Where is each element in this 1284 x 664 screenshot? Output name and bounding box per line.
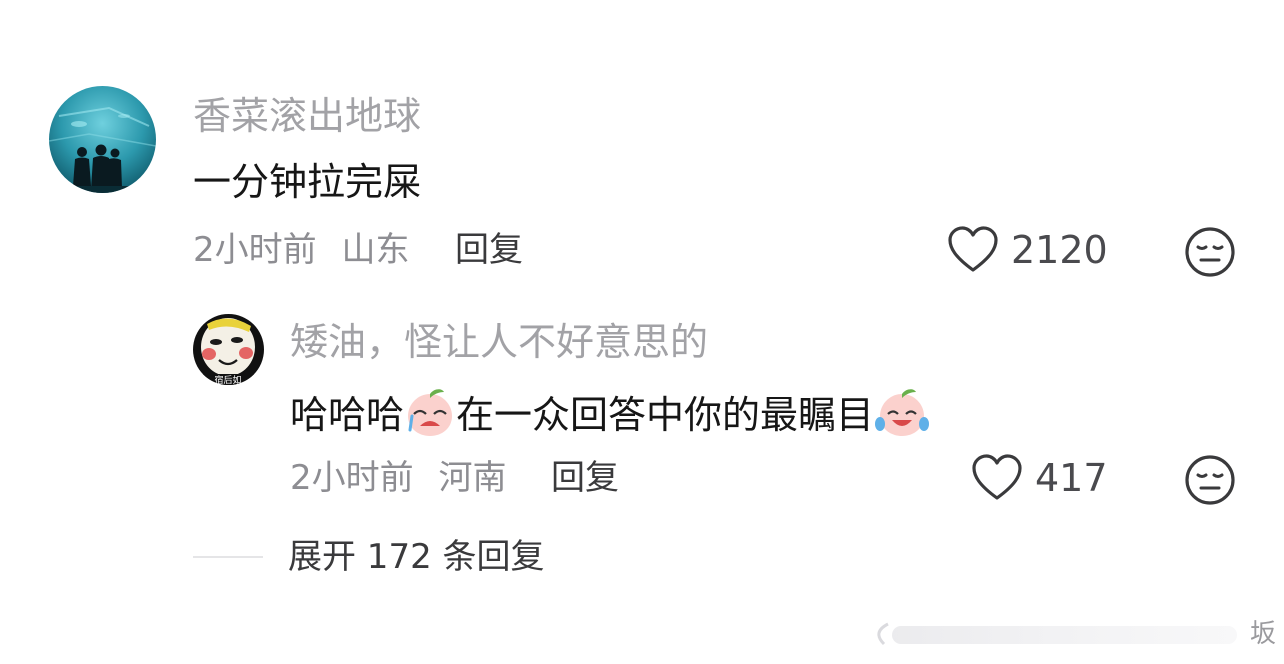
watermark-text: 坂 (1249, 619, 1276, 649)
user-avatar[interactable] (49, 86, 156, 193)
heart-outline-icon (972, 454, 1022, 500)
reply-reply-button[interactable]: 回复 (551, 456, 619, 500)
expand-replies-button[interactable]: 展开 172 条回复 (288, 535, 545, 579)
comment-meta: 2小时前 山东 (193, 228, 409, 272)
reply-meta: 2小时前 河南 (290, 456, 506, 500)
like-count: 2120 (1011, 228, 1108, 272)
expand-divider (193, 556, 263, 558)
reply-dislike-button[interactable] (1184, 454, 1236, 510)
reply-like-button[interactable]: 417 (971, 454, 1108, 502)
reply-user-avatar[interactable]: 宿后如 (193, 314, 264, 385)
comment-thread: 香菜滚出地球 一分钟拉完屎 2小时前 山东 回复 2120 宿后如 矮油，怪让人… (0, 0, 1284, 664)
comment-time: 2小时前 (193, 230, 317, 270)
meme-face-avatar-image: 宿后如 (193, 314, 264, 385)
reply-time: 2小时前 (290, 458, 414, 498)
reply-button[interactable]: 回复 (455, 228, 523, 272)
reply-text: 哈哈哈 在一众回答中你的最瞩目 (290, 386, 930, 449)
reply-like-count: 417 (1035, 456, 1108, 500)
watermark: 坂 (864, 614, 1276, 654)
heart-outline-icon (948, 226, 998, 272)
comment-username[interactable]: 香菜滚出地球 (193, 92, 421, 140)
meh-face-icon (1185, 455, 1235, 505)
reply-location: 河南 (438, 458, 507, 498)
reply-text-part1: 哈哈哈 (290, 393, 405, 437)
avatar-caption: 宿后如 (214, 374, 241, 385)
comment-location: 山东 (341, 230, 410, 270)
watermark-logo-icon (877, 622, 1237, 646)
reply-text-part2: 在一众回答中你的最瞩目 (456, 393, 875, 437)
meh-face-icon (1185, 227, 1235, 277)
aquarium-avatar-image (49, 86, 156, 193)
crying-peach-emoji (404, 386, 456, 449)
like-button[interactable]: 2120 (947, 226, 1108, 274)
laugh-cry-peach-emoji (874, 386, 930, 449)
comment-text: 一分钟拉完屎 (193, 160, 422, 204)
dislike-button[interactable] (1184, 226, 1236, 282)
reply-username[interactable]: 矮油，怪让人不好意思的 (290, 318, 708, 366)
